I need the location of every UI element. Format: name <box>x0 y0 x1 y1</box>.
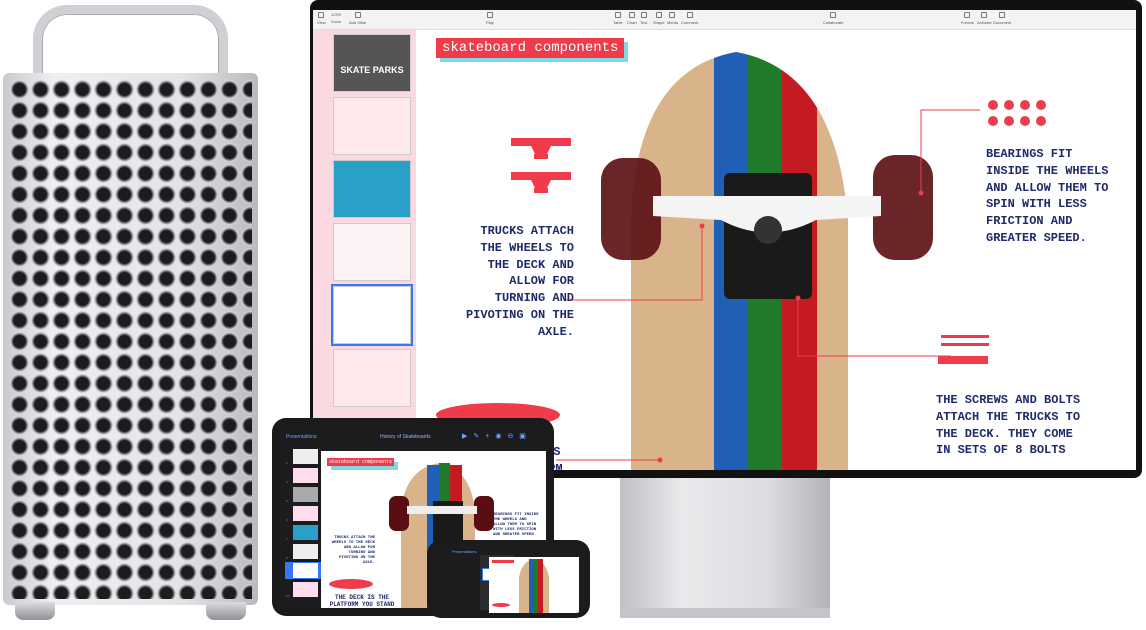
toolbar-shape-button[interactable]: Shape <box>653 12 665 25</box>
collaborate-icon <box>830 12 837 18</box>
ipad-slide-thumb[interactable]: 9 <box>285 562 321 579</box>
slide-number: 6 <box>286 518 288 522</box>
media-icon <box>669 12 676 18</box>
presentations-button[interactable]: Presentations <box>452 549 476 554</box>
slide-canvas[interactable]: skateboard components TRUCKS ATTACH THE … <box>416 30 1136 470</box>
toolbar-label: Chart <box>627 20 637 25</box>
deck-text: THE DECK IS THE PLATFORM YOU STAND ON. <box>329 594 395 608</box>
chart-icon <box>628 12 635 18</box>
slide-navigator[interactable]: SKATE PARKS <box>313 30 416 470</box>
ipad-slide-thumb[interactable]: 6 <box>285 505 321 522</box>
toolbar-view-button[interactable]: View <box>317 12 326 25</box>
toolbar-label: Text <box>640 20 648 25</box>
toolbar-zoom-button[interactable]: 125% Zoom <box>331 12 341 24</box>
tower-foot <box>15 602 55 620</box>
trucks-text: TRUCKS ATTACH THE WHEELS TO THE DECK AND… <box>465 224 574 339</box>
toolbar-label: Media <box>667 20 678 25</box>
toolbar-label: Animate <box>977 20 992 25</box>
toolbar: View 125% Zoom Add Slide Play Table Chart Text S… <box>313 10 1136 30</box>
toolbar-label: Add Slide <box>349 20 367 25</box>
ipad-slide-navigator[interactable]: 3 4 5 6 7 8 9 10 <box>285 448 321 608</box>
bearings-text: BEARINGS FIT INSIDE THE WHEELS AND ALLOW… <box>986 147 1109 245</box>
slide-number: 9 <box>286 575 288 579</box>
display-stand <box>620 476 830 618</box>
toolbar-collaborate-button[interactable]: Collaborate <box>823 12 843 25</box>
shape-icon <box>655 12 662 18</box>
comment-icon <box>686 12 693 18</box>
toolbar-label: View <box>317 20 326 25</box>
toolbar-document-button[interactable]: Document <box>993 12 1011 25</box>
toolbar-label: Document <box>993 20 1012 25</box>
text-icon <box>640 12 647 18</box>
document-title: History of Skateboards <box>380 434 431 440</box>
slide-number: 10 <box>286 594 290 598</box>
toolbar-comment-button[interactable]: Comment <box>681 12 698 25</box>
toolbar-play-button[interactable]: Play <box>486 12 494 25</box>
toolbar-label: Zoom <box>331 19 342 24</box>
format-icon <box>964 12 971 18</box>
slide-number: 5 <box>286 499 288 503</box>
keynote-window: View 125% Zoom Add Slide Play Table Chart Text S… <box>313 10 1136 470</box>
toolbar-animate-button[interactable]: Animate <box>977 12 992 25</box>
toolbar-label: Comment <box>681 20 699 25</box>
document-icon <box>999 12 1006 18</box>
animate-icon <box>981 12 988 18</box>
view-icon <box>318 12 325 18</box>
toolbar-media-button[interactable]: Media <box>667 12 678 25</box>
ipad-slide-thumb[interactable]: 5 <box>285 486 321 503</box>
zoom-icon: 125% <box>331 12 342 17</box>
tower-foot <box>206 602 246 620</box>
slide-title: skateboard components <box>436 38 625 58</box>
mac-pro-tower <box>3 5 258 620</box>
toolbar-format-button[interactable]: Format <box>961 12 974 25</box>
ipad-slide-thumb[interactable]: 7 <box>285 524 321 541</box>
slide-thumb[interactable] <box>333 160 411 218</box>
toolbar-text-button[interactable]: Text <box>640 12 647 25</box>
ipad-slide-thumb[interactable]: 3 <box>285 448 321 465</box>
toolbar-chart-button[interactable]: Chart <box>627 12 637 25</box>
toolbar-table-button[interactable]: Table <box>613 12 623 25</box>
iphone-keynote: Presentations <box>432 545 585 613</box>
add-slide-icon <box>354 12 361 18</box>
table-icon <box>614 12 621 18</box>
wheel-right <box>873 155 933 260</box>
toolbar-label: Table <box>613 20 623 25</box>
play-icon <box>486 12 493 18</box>
toolbar-label: Collaborate <box>823 20 844 25</box>
tower-grille <box>3 73 258 605</box>
screws-text: THE SCREWS AND BOLTS ATTACH THE TRUCKS T… <box>936 393 1081 458</box>
slide-number: 7 <box>286 537 288 541</box>
slide-thumb-selected[interactable] <box>331 284 413 346</box>
ipad-slide-thumb[interactable]: 4 <box>285 467 321 484</box>
toolbar-add-slide-button[interactable]: Add Slide <box>349 12 366 25</box>
slide-number: 4 <box>286 480 288 484</box>
slide-thumb[interactable] <box>333 97 411 155</box>
slide-thumb[interactable] <box>333 223 411 281</box>
slide-thumb[interactable] <box>333 349 411 407</box>
toolbar-label: Shape <box>653 20 665 25</box>
wheel-left <box>601 158 661 260</box>
toolbar-icons[interactable]: ▶✎+◉⊖▣ <box>462 432 532 440</box>
presentations-button[interactable]: Presentations <box>286 434 317 440</box>
pro-display: View 125% Zoom Add Slide Play Table Chart Text S… <box>310 0 1142 478</box>
slide-number: 3 <box>286 461 288 465</box>
toolbar-label: Play <box>486 20 494 25</box>
iphone-slide[interactable] <box>489 557 579 613</box>
slide-number: 8 <box>286 556 288 560</box>
toolbar-label: Format <box>961 20 974 25</box>
ipad-slide-thumb[interactable]: 10 <box>285 581 321 598</box>
iphone: Presentations <box>427 540 590 618</box>
slide-thumb[interactable]: SKATE PARKS <box>333 34 411 92</box>
ipad-slide-thumb[interactable]: 8 <box>285 543 321 560</box>
